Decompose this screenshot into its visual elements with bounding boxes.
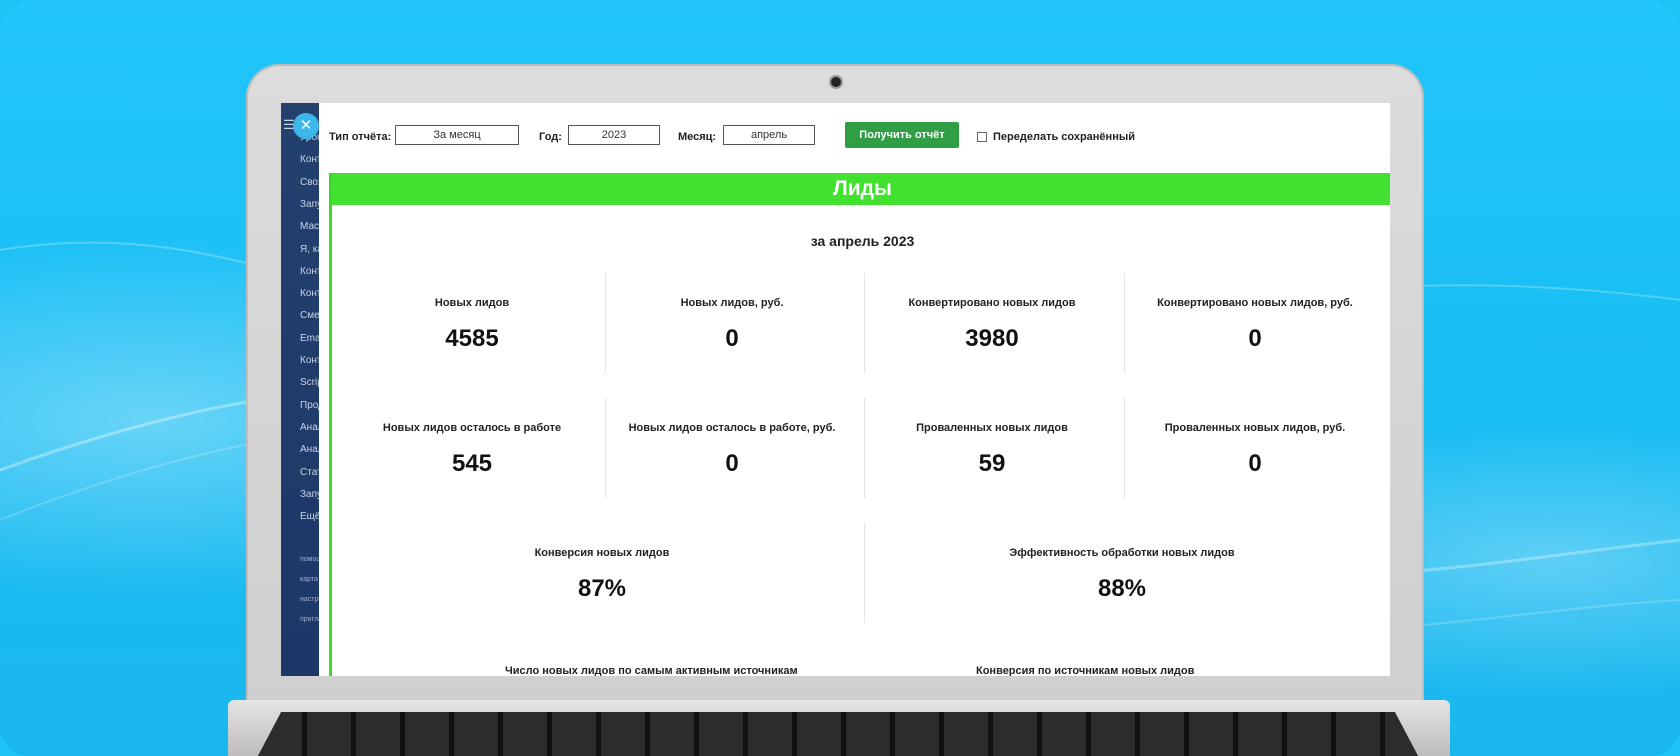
metric-failed-leads: Проваленных новых лидов 59 xyxy=(872,422,1112,478)
metric-leads-in-progress-rub: Новых лидов осталось в работе, руб. 0 xyxy=(612,422,852,478)
metric-label: Конвертировано новых лидов xyxy=(908,297,1076,309)
sidebar-item[interactable]: Анал xyxy=(300,422,319,433)
report-title: Лиды xyxy=(332,173,1390,205)
month-select[interactable] xyxy=(723,125,815,145)
redo-saved-label: Переделать сохранённый xyxy=(993,131,1135,143)
metric-label: Проваленных новых лидов, руб. xyxy=(1164,422,1346,434)
year-input[interactable] xyxy=(568,125,660,145)
subheading-sources-conversion: Конверсия по источникам новых лидов xyxy=(976,665,1195,676)
sidebar-bottom-item[interactable]: настройки xyxy=(300,596,319,603)
sidebar-item[interactable]: Конт xyxy=(300,266,319,277)
divider xyxy=(605,273,606,373)
metric-new-leads: Новых лидов 4585 xyxy=(352,297,592,353)
metric-value: 59 xyxy=(978,450,1006,477)
laptop-screen: ☰ УрокКонтСвояЗапуМасЯ, каКонтКонтСменEm… xyxy=(281,103,1390,676)
metric-leads-in-progress: Новых лидов осталось в работе 545 xyxy=(352,422,592,478)
report-period: за апрель 2023 xyxy=(810,233,915,249)
sidebar-bottom-item[interactable]: помощь xyxy=(300,556,319,563)
year-label: Год: xyxy=(539,131,562,143)
metric-converted-leads: Конвертировано новых лидов 3980 xyxy=(872,297,1112,353)
metric-value: 545 xyxy=(451,450,493,477)
divider xyxy=(864,523,865,623)
metric-failed-leads-rub: Проваленных новых лидов, руб. 0 xyxy=(1130,422,1380,478)
metric-label: Эффективность обработки новых лидов xyxy=(1009,547,1235,559)
sidebar-item[interactable]: Смен xyxy=(300,310,319,321)
metric-value: 0 xyxy=(1248,450,1262,477)
leads-report: Лиды за апрель 2023 Новых лидов 4585 Нов… xyxy=(329,173,1390,676)
month-label: Месяц: xyxy=(678,131,717,143)
metric-label: Новых лидов осталось в работе, руб. xyxy=(628,422,836,434)
metric-value: 0 xyxy=(725,325,739,352)
sidebar-item[interactable]: Конт xyxy=(300,355,319,366)
metric-value: 0 xyxy=(1248,325,1262,352)
close-icon[interactable]: ✕ xyxy=(293,113,319,139)
get-report-button[interactable]: Получить отчёт xyxy=(845,122,959,148)
sidebar-item[interactable]: Прод xyxy=(300,400,319,411)
metric-label: Конвертировано новых лидов, руб. xyxy=(1157,297,1353,309)
sidebar-item[interactable]: Конт xyxy=(300,154,319,165)
sidebar-item[interactable]: Стат xyxy=(300,467,319,478)
metric-label: Новых лидов, руб. xyxy=(680,297,784,309)
divider xyxy=(864,398,865,498)
report-type-select[interactable] xyxy=(395,125,519,145)
sidebar-item[interactable]: Анал xyxy=(300,444,319,455)
sidebar-item[interactable]: Я, ка xyxy=(300,244,319,255)
redo-saved-checkbox[interactable] xyxy=(977,132,987,142)
divider xyxy=(1124,398,1125,498)
metric-value: 88% xyxy=(1097,575,1147,602)
metric-value: 3980 xyxy=(965,325,1019,352)
metric-new-leads-rub: Новых лидов, руб. 0 xyxy=(612,297,852,353)
metric-label: Новых лидов осталось в работе xyxy=(382,422,562,434)
divider xyxy=(864,273,865,373)
keyboard xyxy=(258,712,1418,756)
sidebar: ☰ УрокКонтСвояЗапуМасЯ, каКонтКонтСменEm… xyxy=(281,103,319,676)
sidebar-item[interactable]: Emai xyxy=(300,333,319,344)
sidebar-item[interactable]: Запу xyxy=(300,199,319,210)
metric-converted-leads-rub: Конвертировано новых лидов, руб. 0 xyxy=(1130,297,1380,353)
report-type-label: Тип отчёта: xyxy=(329,131,392,143)
metric-conversion: Конверсия новых лидов 87% xyxy=(352,547,852,603)
sidebar-bottom-item[interactable]: приглашение xyxy=(300,616,319,623)
sidebar-item[interactable]: Конт xyxy=(300,288,319,299)
metric-label: Новых лидов xyxy=(434,297,510,309)
sidebar-item[interactable]: Мас xyxy=(300,221,319,232)
metric-label: Проваленных новых лидов xyxy=(916,422,1068,434)
metric-label: Конверсия новых лидов xyxy=(534,547,670,559)
sidebar-item[interactable]: Scrip xyxy=(300,377,319,388)
metric-value: 4585 xyxy=(445,325,499,352)
metric-processing-efficiency: Эффективность обработки новых лидов 88% xyxy=(872,547,1372,603)
divider xyxy=(605,398,606,498)
sidebar-bottom-item[interactable]: карта xyxy=(300,576,318,583)
metric-value: 87% xyxy=(577,575,627,602)
subheading-sources-count: Число новых лидов по самым активным исто… xyxy=(505,665,798,676)
divider xyxy=(1124,273,1125,373)
sidebar-item[interactable]: Запу xyxy=(300,489,319,500)
metric-value: 0 xyxy=(725,450,739,477)
sidebar-item[interactable]: Ещё xyxy=(300,511,319,522)
sidebar-item[interactable]: Своя xyxy=(300,177,319,188)
webcam-icon xyxy=(831,77,841,87)
